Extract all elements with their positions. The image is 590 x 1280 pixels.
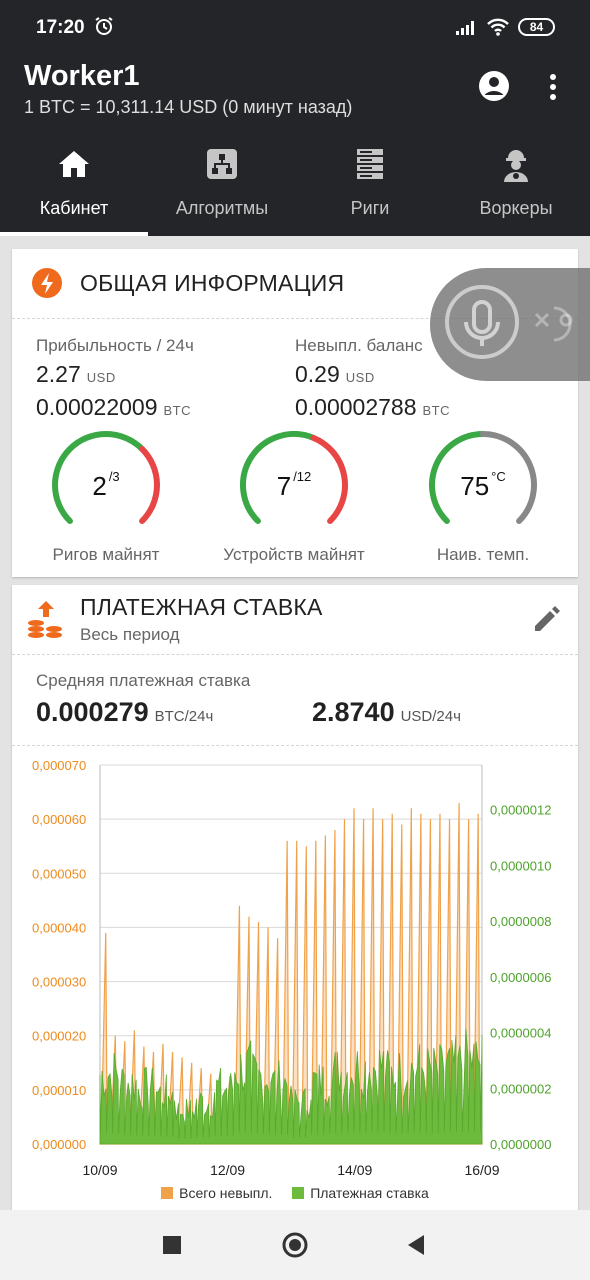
- battery-indicator: 84: [518, 18, 555, 36]
- rigs-mining-gauge: 2/3: [50, 430, 162, 531]
- legend-item-payrate: Платежная ставка: [292, 1185, 429, 1201]
- account-icon[interactable]: [478, 70, 510, 107]
- y-right-tick-label: 0,0000008: [490, 914, 551, 929]
- coins-upload-icon: [26, 599, 66, 644]
- avg-payment-label: Средняя платежная ставка: [36, 671, 251, 690]
- y-right-tick-label: 0,0000000: [490, 1137, 551, 1152]
- y-left-tick-label: 0,000020: [32, 1029, 86, 1044]
- home-button[interactable]: [282, 1232, 308, 1263]
- chart-legend: Всего невыпл. Платежная ставка: [12, 1185, 578, 1201]
- algorithm-icon: [207, 149, 237, 179]
- tab-bar: Кабинет Алгоритмы Риги Воркеры: [0, 140, 590, 236]
- system-nav-bar: [0, 1210, 590, 1280]
- highest-temp-gauge: 75 °C: [427, 431, 539, 531]
- worker-title: Worker1: [24, 60, 140, 92]
- x-tick-label: 14/09: [337, 1162, 372, 1177]
- status-bar: 17:20 84: [0, 0, 590, 56]
- alarm-icon: [94, 16, 114, 41]
- close-voice-icon[interactable]: [532, 302, 584, 351]
- tab-rigs[interactable]: Риги: [296, 140, 444, 236]
- rigs-mining-label: Ригов майнят: [52, 545, 160, 564]
- y-right-tick-label: 0,0000006: [490, 970, 551, 985]
- divider: [12, 654, 578, 655]
- payment-rate-card: ПЛАТЕЖНАЯ СТАВКА Весь период Средняя пла…: [12, 585, 578, 1225]
- y-left-tick-label: 0,000040: [32, 920, 86, 935]
- y-right-tick-label: 0,0000010: [490, 858, 551, 873]
- y-right-tick-label: 0,0000012: [490, 803, 551, 818]
- series-payrate-area: [99, 1028, 483, 1145]
- status-time: 17:20: [36, 17, 85, 38]
- worker-icon: [504, 150, 528, 182]
- balance-btc: 0.00002788 BTC: [295, 394, 451, 420]
- y-left-tick-label: 0,000060: [32, 812, 86, 827]
- profit-usd: 2.27 USD: [36, 361, 116, 387]
- active-tab-indicator: [0, 232, 148, 236]
- x-tick-label: 10/09: [82, 1162, 117, 1177]
- y-left-tick-label: 0,000030: [32, 975, 86, 990]
- x-tick-label: 12/09: [210, 1162, 245, 1177]
- server-rack-icon: [357, 149, 383, 179]
- y-right-tick-label: 0,0000002: [490, 1081, 551, 1096]
- y-left-tick-label: 0,000050: [32, 866, 86, 881]
- y-left-tick-label: 0,000010: [32, 1083, 86, 1098]
- y-left-tick-label: 0,000000: [32, 1137, 86, 1152]
- profit-label: Прибыльность / 24ч: [36, 336, 194, 355]
- y-right-tick-label: 0,0000004: [490, 1026, 551, 1041]
- home-icon: [59, 151, 89, 177]
- more-menu-icon[interactable]: [548, 72, 558, 107]
- wifi-icon: [486, 17, 510, 42]
- y-left-tick-label: 0,000070: [32, 758, 86, 773]
- divider: [12, 745, 578, 746]
- profit-btc: 0.00022009 BTC: [36, 394, 192, 420]
- tab-algorithms[interactable]: Алгоритмы: [148, 140, 296, 236]
- avg-payment-btc: 0.000279 BTC/24ч: [36, 697, 214, 727]
- microphone-icon[interactable]: [444, 284, 520, 365]
- tab-cabinet[interactable]: Кабинет: [0, 140, 148, 236]
- avg-payment-usd: 2.8740 USD/24ч: [312, 697, 461, 727]
- voice-overlay[interactable]: [430, 268, 590, 381]
- lightning-icon: [32, 268, 62, 303]
- recent-apps-button[interactable]: [163, 1236, 181, 1254]
- edit-icon[interactable]: [532, 603, 562, 638]
- devices-mining-label: Устройств майнят: [223, 545, 365, 564]
- balance-label: Невыпл. баланс: [295, 336, 423, 355]
- highest-temp-label: Наив. темп.: [436, 545, 530, 564]
- payment-chart: 0,000000 0,000010 0,000020 0,000030 0,000040…: [12, 747, 578, 1217]
- signal-icon: [456, 19, 478, 40]
- general-info-title: ОБЩАЯ ИНФОРМАЦИЯ: [80, 270, 345, 296]
- tab-rigs-label: Риги: [350, 198, 390, 218]
- btc-rate: 1 BTC = 10,311.14 USD (0 минут назад): [24, 97, 353, 117]
- tab-algorithms-label: Алгоритмы: [175, 198, 269, 218]
- app-bar: Worker1 1 BTC = 10,311.14 USD (0 минут н…: [0, 56, 590, 236]
- period-subtitle: Весь период: [80, 625, 180, 644]
- x-tick-label: 16/09: [464, 1162, 499, 1177]
- tab-cabinet-label: Кабинет: [39, 198, 109, 218]
- payment-rate-title: ПЛАТЕЖНАЯ СТАВКА: [80, 594, 323, 620]
- devices-mining-gauge: 7/12: [238, 431, 350, 531]
- back-button[interactable]: [406, 1234, 426, 1261]
- tab-workers[interactable]: Воркеры: [442, 140, 590, 236]
- tab-workers-label: Воркеры: [479, 198, 553, 218]
- legend-item-unpaid: Всего невыпл.: [161, 1185, 272, 1201]
- balance-usd: 0.29 USD: [295, 361, 375, 387]
